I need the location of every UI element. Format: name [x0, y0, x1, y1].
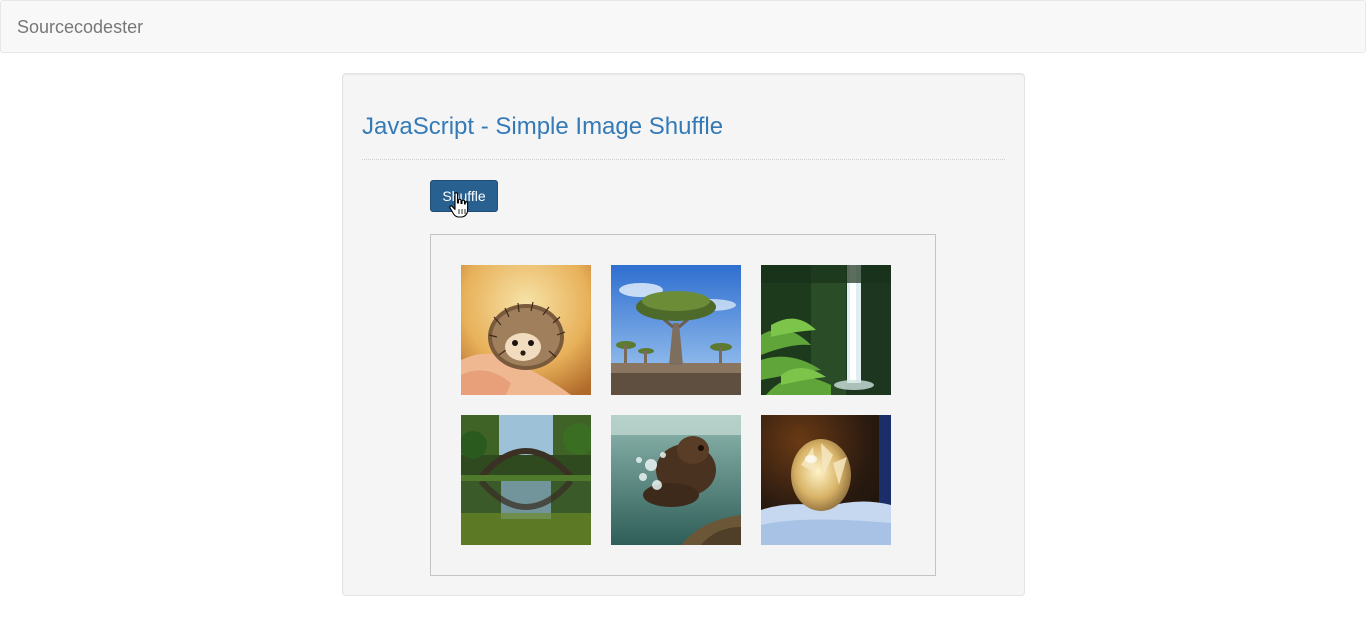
- gallery-image-bridge: [461, 415, 591, 545]
- gallery-image-hedgehog: [461, 265, 591, 395]
- title-divider: [362, 159, 1005, 160]
- page-title: JavaScript - Simple Image Shuffle: [362, 113, 724, 140]
- navbar-brand[interactable]: Sourcecodester: [17, 17, 143, 37]
- shuffle-button[interactable]: Shuffle: [430, 180, 498, 212]
- navbar: Sourcecodester: [0, 0, 1366, 53]
- gallery-image-bear: [611, 415, 741, 545]
- image-gallery: [430, 234, 936, 576]
- gallery-image-tree: [611, 265, 741, 395]
- gallery-image-bubble: [761, 415, 891, 545]
- gallery-image-waterfall: [761, 265, 891, 395]
- content-panel: JavaScript - Simple Image Shuffle Shuffl…: [342, 73, 1025, 596]
